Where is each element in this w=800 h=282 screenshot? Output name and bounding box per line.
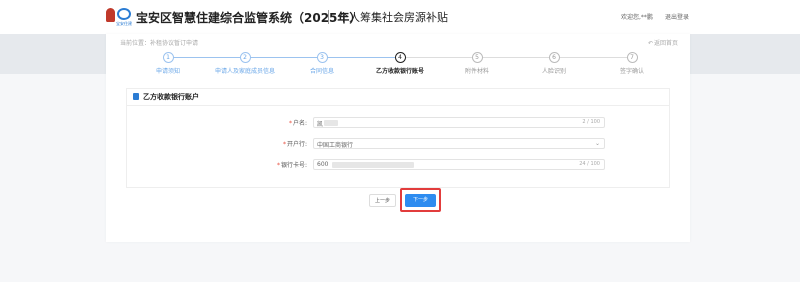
card-number-value: 600 <box>317 161 329 168</box>
logout-link[interactable]: 退出登录 <box>665 12 689 21</box>
account-name-count: 2 / 100 <box>582 119 600 125</box>
step-5-number: 5 <box>471 52 483 63</box>
step-2: 2 申请人及家庭成员信息 <box>205 52 285 75</box>
back-home-label: 返回首页 <box>653 40 678 47</box>
section-title: 乙方收款银行账户 <box>143 93 199 101</box>
welcome-text: 欢迎您,**鹏 <box>621 14 653 21</box>
section-header: 乙方收款银行账户 <box>127 89 669 106</box>
step-2-number: 2 <box>239 52 251 63</box>
step-4-number: 4 <box>394 52 406 63</box>
redacted-mask <box>324 120 338 126</box>
step-6-number: 6 <box>548 52 560 63</box>
step-3-number: 3 <box>316 52 328 63</box>
bank-label: *开户行: <box>282 141 307 148</box>
step-4: 4 乙方收款银行账号 <box>360 52 440 75</box>
step-5: 5 附件材料 <box>437 52 517 75</box>
step-2-label: 申请人及家庭成员信息 <box>214 68 275 75</box>
card-number-label: *银行卡号: <box>276 162 307 169</box>
redacted-mask <box>332 162 414 168</box>
next-step-button[interactable]: 下一步 <box>405 194 436 207</box>
step-6: 6 人脸识别 <box>514 52 594 75</box>
bank-account-section: 乙方收款银行账户 *户名: 凯 2 / 100 *开户行: 中国工商银行 ⌄ *… <box>126 88 670 188</box>
account-name-value: 凯 <box>317 121 324 128</box>
account-name-input[interactable]: 凯 2 / 100 <box>313 117 605 128</box>
step-5-label: 附件材料 <box>464 68 489 75</box>
account-name-label: *户名: <box>288 120 307 127</box>
prev-step-button[interactable]: 上一步 <box>369 194 396 207</box>
main-card: 当前位置：补租协议暂订申请 ↶返回首页 1 申请须知 2 申请人及家庭成员信息 … <box>106 34 690 242</box>
step-6-label: 人脸识别 <box>541 68 566 75</box>
step-1-label: 申请须知 <box>155 68 180 75</box>
breadcrumb: 当前位置：补租协议暂订申请 <box>120 40 199 47</box>
logo-icon: 宝安住建 <box>106 8 132 26</box>
back-home-link[interactable]: ↶返回首页 <box>648 38 678 47</box>
card-number-input[interactable]: 600 24 / 100 <box>313 159 605 170</box>
step-3: 3 合同信息 <box>282 52 362 75</box>
card-number-count: 24 / 100 <box>579 161 600 167</box>
step-4-label: 乙方收款银行账号 <box>375 68 424 75</box>
top-bar: 宝安住建 宝安区智慧住建综合监管系统（2025年） 个人筹集社会房源补贴 欢迎您… <box>0 0 800 34</box>
step-7: 7 签字确认 <box>592 52 672 75</box>
step-7-number: 7 <box>626 52 638 63</box>
step-1: 1 申请须知 <box>128 52 208 75</box>
page-title: 个人筹集社会房源补贴 <box>338 11 448 24</box>
step-1-number: 1 <box>162 52 174 63</box>
document-icon <box>133 93 139 100</box>
chevron-down-icon: ⌄ <box>594 140 600 147</box>
step-3-label: 合同信息 <box>309 68 334 75</box>
bank-value: 中国工商银行 <box>317 142 354 149</box>
title-divider <box>328 10 329 24</box>
logo-text: 宝安住建 <box>116 21 132 26</box>
step-7-label: 签字确认 <box>619 68 644 75</box>
bank-select[interactable]: 中国工商银行 ⌄ <box>313 138 605 149</box>
return-icon: ↶ <box>647 40 653 47</box>
